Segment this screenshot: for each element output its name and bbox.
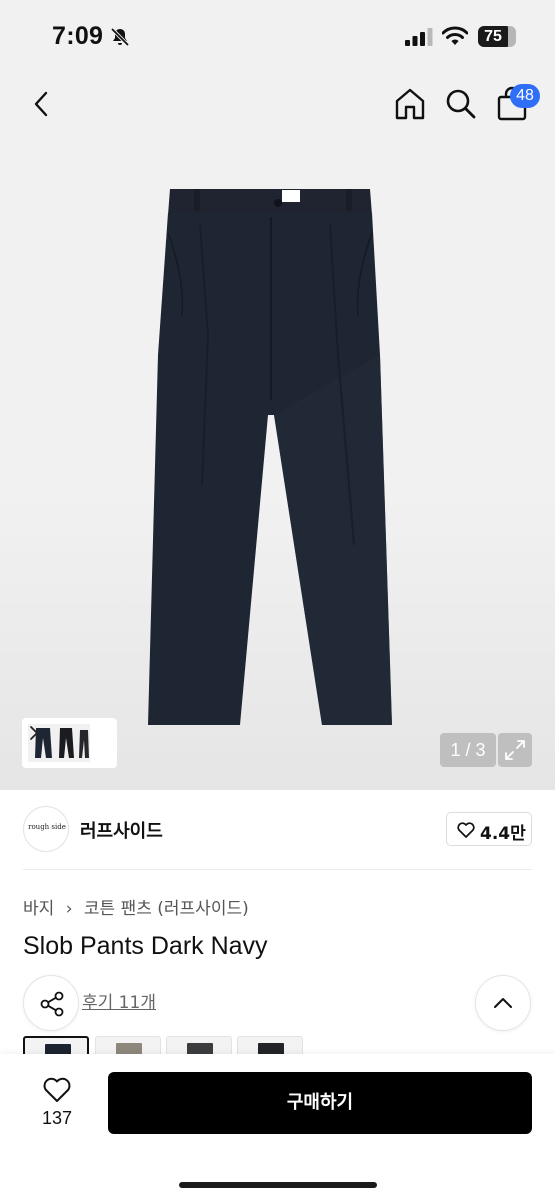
heart-icon: [457, 822, 475, 838]
product-image: [148, 189, 392, 725]
signal-icon: [405, 28, 433, 46]
search-icon[interactable]: [443, 86, 479, 122]
buy-button[interactable]: 구매하기: [108, 1072, 532, 1134]
wifi-icon: [442, 26, 468, 45]
wishlist-button[interactable]: 137: [30, 1074, 84, 1134]
brand-like-button[interactable]: 4.4만: [446, 812, 532, 846]
top-navigation-bar: 48: [0, 70, 555, 140]
wishlist-count: 137: [41, 1108, 73, 1128]
category-breadcrumb: 바지 › 코튼 팬츠 (러프사이드): [23, 894, 249, 919]
option-thumbnail[interactable]: [237, 1036, 303, 1054]
brand-like-count: 4.4만: [480, 824, 526, 844]
breadcrumb-item-cotton-pants[interactable]: 코튼 팬츠 (러프사이드): [84, 899, 249, 919]
battery-tip: [513, 33, 516, 40]
breadcrumb-separator: ›: [65, 899, 73, 919]
option-thumbnail[interactable]: [166, 1036, 232, 1054]
divider: [23, 869, 532, 870]
option-swatch: [258, 1043, 284, 1054]
status-bar: 7:09 75: [0, 0, 555, 70]
bell-off-icon: [110, 27, 130, 47]
share-icon: [40, 991, 64, 1017]
battery-level: 75: [484, 28, 502, 45]
bottom-action-bar: 137 구매하기: [0, 1054, 555, 1200]
scroll-to-top-button[interactable]: [475, 975, 531, 1031]
share-button[interactable]: [23, 975, 79, 1031]
product-detail-screen: 7:09 75 48 1 / 3 rough side 러프사이드 4.4만 바…: [0, 0, 555, 1200]
heart-icon: [43, 1077, 71, 1102]
option-thumbnail[interactable]: [95, 1036, 161, 1054]
option-swatch: [187, 1043, 213, 1054]
back-icon[interactable]: [22, 84, 62, 124]
brand-name[interactable]: 러프사이드: [80, 817, 163, 843]
reviews-link[interactable]: 후기 11개: [82, 988, 156, 1013]
breadcrumb-item-pants[interactable]: 바지: [23, 899, 54, 919]
home-icon[interactable]: [392, 86, 428, 122]
status-time: 7:09: [52, 22, 104, 50]
gallery-thumbnail-strip[interactable]: [22, 718, 117, 768]
product-title: Slob Pants Dark Navy: [23, 932, 268, 960]
product-image-gallery[interactable]: 1 / 3: [0, 140, 555, 790]
home-indicator: [179, 1182, 377, 1188]
image-page-indicator: 1 / 3: [440, 733, 496, 767]
cart-count-badge: 48: [510, 84, 540, 108]
chevron-right-icon: [30, 726, 39, 740]
option-thumbnails: [23, 1036, 313, 1054]
option-thumbnail[interactable]: [23, 1036, 89, 1054]
battery-icon: 75: [478, 26, 516, 47]
chevron-up-icon: [494, 998, 512, 1008]
expand-icon[interactable]: [498, 733, 532, 767]
brand-row: rough side 러프사이드 4.4만: [0, 790, 555, 870]
brand-logo[interactable]: rough side: [23, 806, 69, 852]
option-swatch: [116, 1043, 142, 1054]
option-swatch: [45, 1044, 71, 1054]
brand-logo-text: rough side: [28, 823, 66, 831]
